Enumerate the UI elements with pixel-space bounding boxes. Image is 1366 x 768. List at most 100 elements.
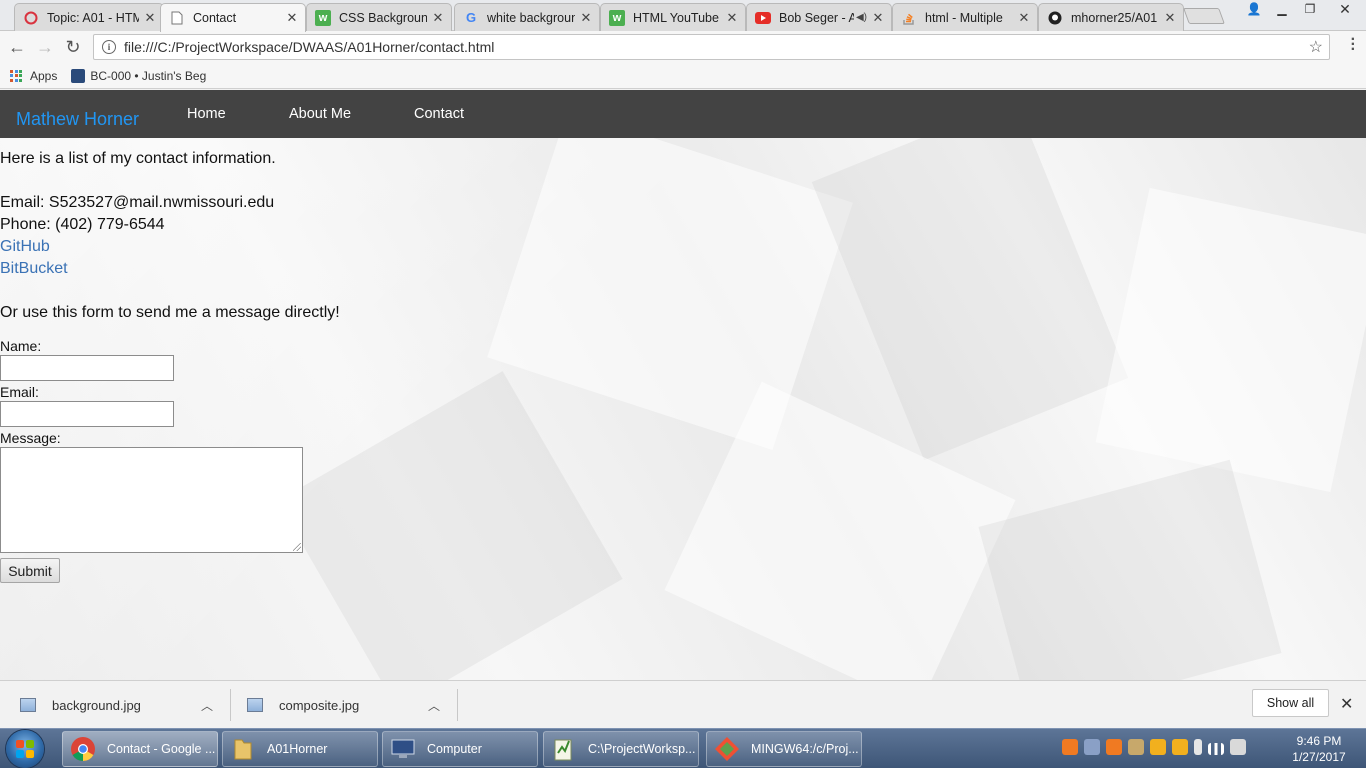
taskbar-item-git-bash[interactable]: MINGW64:/c/Proj... <box>706 731 862 767</box>
chevron-up-icon[interactable]: ︿ <box>428 697 440 714</box>
tab-title: Contact <box>193 11 237 25</box>
show-all-button[interactable]: Show all <box>1252 689 1329 717</box>
download-shelf: background.jpg ︿ composite.jpg ︿ Show al… <box>0 680 1366 728</box>
name-field[interactable] <box>0 355 174 381</box>
url-text[interactable]: file:///C:/ProjectWorkspace/DWAAS/A01Hor… <box>124 39 1309 55</box>
close-icon[interactable]: ✕ <box>871 10 885 26</box>
taskbar-item-notepad[interactable]: C:\ProjectWorksp... <box>543 731 699 767</box>
tab-bob-seger[interactable]: Bob Seger - A ◀) ✕ <box>746 3 892 31</box>
network-icon[interactable] <box>1208 743 1224 755</box>
background-facet <box>277 371 623 680</box>
bookmark-site-icon <box>71 68 86 83</box>
tab-white-background[interactable]: G white backgroun ✕ <box>454 3 600 31</box>
tray-app-icon[interactable] <box>1084 739 1100 755</box>
restore-icon[interactable]: ❐ <box>1296 0 1324 18</box>
chevron-up-icon[interactable]: ︿ <box>201 697 213 714</box>
tab-html-multiple[interactable]: html - Multiple ✕ <box>892 3 1038 31</box>
close-icon[interactable]: ✕ <box>285 10 299 26</box>
background-facet <box>978 459 1282 680</box>
youtube-icon <box>755 10 771 26</box>
chrome-icon <box>71 737 95 761</box>
bitbucket-link[interactable]: BitBucket <box>0 260 68 278</box>
download-item[interactable]: composite.jpg ︿ <box>247 681 447 729</box>
system-tray <box>1062 739 1246 755</box>
new-tab-button[interactable] <box>1183 8 1225 24</box>
submit-button[interactable]: Submit <box>0 558 60 583</box>
minimize-icon[interactable]: ▁ <box>1268 0 1296 18</box>
computer-icon <box>391 739 415 758</box>
download-filename: background.jpg <box>52 697 141 713</box>
name-label: Name: <box>0 338 42 354</box>
taskbar-item-folder[interactable]: A01Horner <box>222 731 378 767</box>
message-label: Message: <box>0 430 61 446</box>
tray-app-icon[interactable] <box>1062 739 1078 755</box>
bookmark-bc-000[interactable]: BC-000 • Justin's Beg <box>71 68 207 83</box>
tray-app-icon[interactable] <box>1106 739 1122 755</box>
audio-playing-icon[interactable]: ◀) <box>856 12 867 23</box>
battery-icon[interactable] <box>1194 739 1202 755</box>
close-icon[interactable]: ✕ <box>1017 10 1031 26</box>
tab-contact[interactable]: Contact ✕ <box>160 3 306 32</box>
taskbar-item-computer[interactable]: Computer <box>382 731 538 767</box>
taskbar-label: A01Horner <box>267 742 328 756</box>
windows-logo-icon <box>16 740 34 758</box>
site-navbar: Mathew Horner Home About Me Contact <box>0 90 1366 138</box>
form-intro: Or use this form to send me a message di… <box>0 304 340 321</box>
nav-link-about[interactable]: About Me <box>289 106 351 122</box>
tab-title: white backgroun <box>487 10 575 25</box>
taskbar-item-chrome[interactable]: Contact - Google ... <box>62 731 218 767</box>
close-icon[interactable]: ✕ <box>725 10 739 26</box>
google-icon: G <box>465 10 477 25</box>
close-icon[interactable]: ✕ <box>1163 10 1177 26</box>
tab-strip: Topic: A01 - HTM ✕ Contact ✕ w CSS Backg… <box>0 0 1366 32</box>
tab-github[interactable]: mhorner25/A01 ✕ <box>1038 3 1184 31</box>
tab-title: Topic: A01 - HTM <box>47 10 139 25</box>
volume-muted-icon[interactable] <box>1230 739 1246 755</box>
clock[interactable]: 9:46 PM 1/27/2017 <box>1280 733 1358 765</box>
page-viewport: Mathew Horner Home About Me Contact Here… <box>0 90 1366 680</box>
tray-app-icon[interactable] <box>1150 739 1166 755</box>
window-close-icon[interactable]: ✕ <box>1324 0 1366 18</box>
start-button[interactable] <box>6 730 44 768</box>
tab-html-youtube[interactable]: w HTML YouTube ✕ <box>600 3 746 31</box>
download-item[interactable]: background.jpg ︿ <box>20 681 220 729</box>
site-brand[interactable]: Mathew Horner <box>16 109 139 130</box>
nav-link-contact[interactable]: Contact <box>414 106 464 122</box>
divider <box>230 689 231 721</box>
clock-date: 1/27/2017 <box>1292 750 1346 764</box>
email-line: Email: S523527@mail.nwmissouri.edu <box>0 194 275 211</box>
github-link[interactable]: GitHub <box>0 238 50 256</box>
user-icon[interactable]: 👤 <box>1240 0 1268 18</box>
message-field[interactable] <box>0 447 303 553</box>
back-icon[interactable]: ← <box>6 36 28 58</box>
email-label: Email: <box>0 384 39 400</box>
email-field[interactable] <box>0 401 174 427</box>
close-icon[interactable]: ✕ <box>431 10 445 26</box>
tab-title: mhorner25/A01 <box>1071 10 1158 25</box>
menu-icon[interactable]: · · · <box>1351 32 1356 58</box>
address-bar[interactable]: i file:///C:/ProjectWorkspace/DWAAS/A01H… <box>93 34 1330 60</box>
page-icon <box>169 10 185 26</box>
close-icon[interactable]: ✕ <box>143 10 157 26</box>
close-icon[interactable]: ✕ <box>579 10 593 26</box>
close-shelf-icon[interactable]: ✕ <box>1340 694 1353 714</box>
tab-topic-a01[interactable]: Topic: A01 - HTM ✕ <box>14 3 164 31</box>
bookmark-label: BC-000 • Justin's Beg <box>90 68 207 83</box>
tray-app-icon[interactable] <box>1172 739 1188 755</box>
nav-link-home[interactable]: Home <box>187 106 226 122</box>
phone-line: Phone: (402) 779-6544 <box>0 216 165 233</box>
taskbar: Contact - Google ... A01Horner Computer … <box>0 728 1366 768</box>
folder-icon <box>234 739 252 760</box>
bookmark-apps[interactable]: Apps <box>10 69 57 83</box>
forward-icon[interactable]: → <box>34 36 56 58</box>
info-icon[interactable]: i <box>102 40 116 54</box>
browser-toolbar: ← → ↻ i file:///C:/ProjectWorkspace/DWAA… <box>0 31 1366 63</box>
clock-time: 9:46 PM <box>1296 734 1342 748</box>
tab-css-background[interactable]: w CSS Background ✕ <box>306 3 452 31</box>
tray-app-icon[interactable] <box>1128 739 1144 755</box>
tab-title: html - Multiple <box>925 10 1003 25</box>
reload-icon[interactable]: ↻ <box>62 36 84 58</box>
image-file-icon <box>20 698 36 712</box>
bookmark-star-icon[interactable]: ☆ <box>1309 37 1323 57</box>
resize-handle-icon[interactable] <box>293 543 301 551</box>
